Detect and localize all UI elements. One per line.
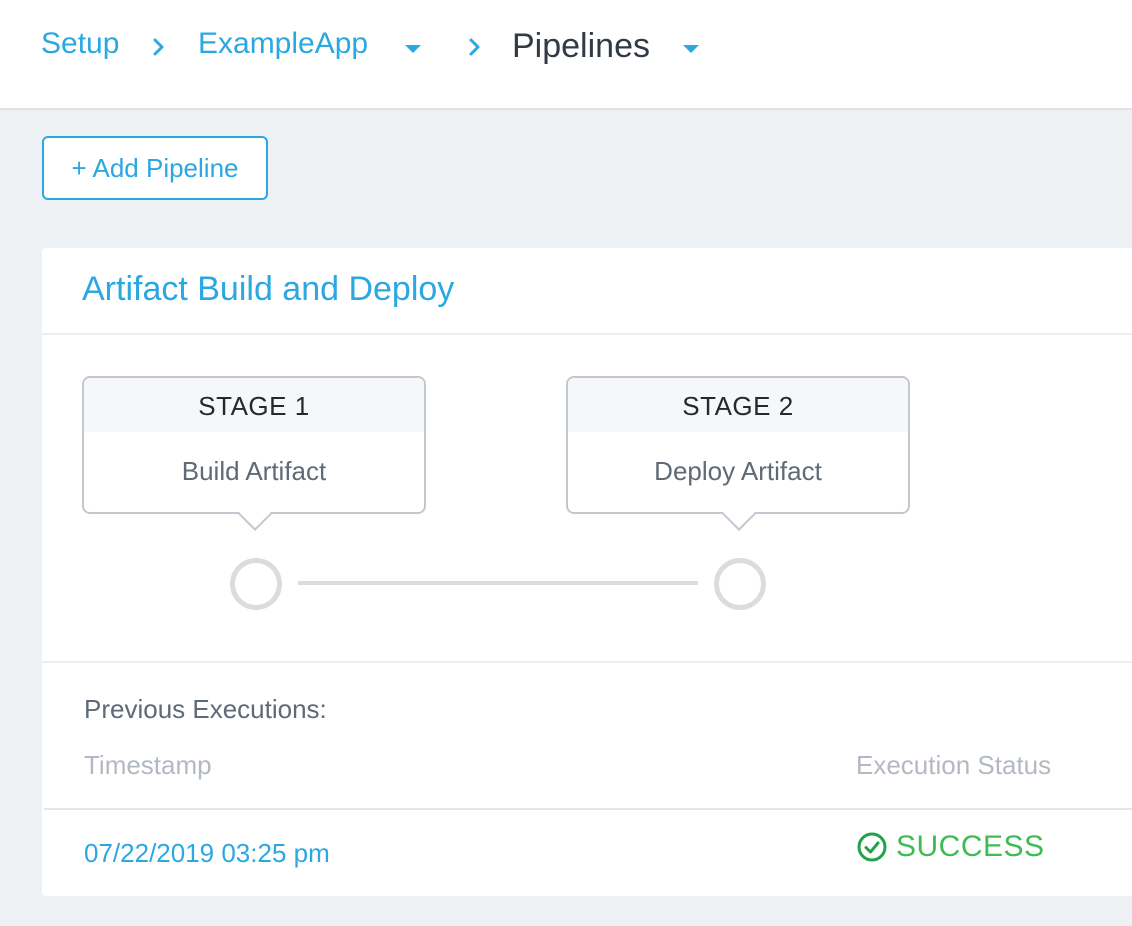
chevron-right-icon xyxy=(153,38,164,56)
execution-timestamp-link[interactable]: 07/22/2019 03:25 pm xyxy=(84,838,330,869)
table-header-divider xyxy=(44,808,1132,810)
previous-executions-heading: Previous Executions: xyxy=(84,694,327,724)
column-header-execution-status: Execution Status xyxy=(856,750,1052,780)
stage-connector-line xyxy=(298,581,698,585)
pipeline-card: Artifact Build and Deploy STAGE 1 Build … xyxy=(42,248,1132,896)
pipelines-dropdown-caret-icon[interactable] xyxy=(683,45,699,53)
status-text: SUCCESS xyxy=(896,830,1045,863)
stage-2-label: STAGE 2 xyxy=(568,378,908,432)
breadcrumb-setup-link[interactable]: Setup xyxy=(41,27,119,61)
add-pipeline-button[interactable]: + Add Pipeline xyxy=(42,136,268,200)
stage-1-label: STAGE 1 xyxy=(84,378,424,432)
breadcrumb-current-page: Pipelines xyxy=(512,27,650,65)
breadcrumb-exampleapp-link[interactable]: ExampleApp xyxy=(198,27,368,61)
chevron-right-icon xyxy=(469,38,480,56)
check-circle-icon xyxy=(857,832,887,862)
app-dropdown-caret-icon[interactable] xyxy=(405,45,421,53)
status-badge: SUCCESS xyxy=(856,830,1045,864)
stage-2-node[interactable] xyxy=(714,558,766,610)
card-divider xyxy=(42,661,1132,663)
card-divider xyxy=(42,333,1132,335)
stage-1-node[interactable] xyxy=(230,558,282,610)
stage-2-card[interactable]: STAGE 2 Deploy Artifact xyxy=(566,376,910,531)
pipeline-title[interactable]: Artifact Build and Deploy xyxy=(82,270,454,309)
column-header-timestamp: Timestamp xyxy=(84,750,212,780)
stage-1-card[interactable]: STAGE 1 Build Artifact xyxy=(82,376,426,531)
top-bar: Setup ExampleApp Pipelines xyxy=(0,0,1132,110)
